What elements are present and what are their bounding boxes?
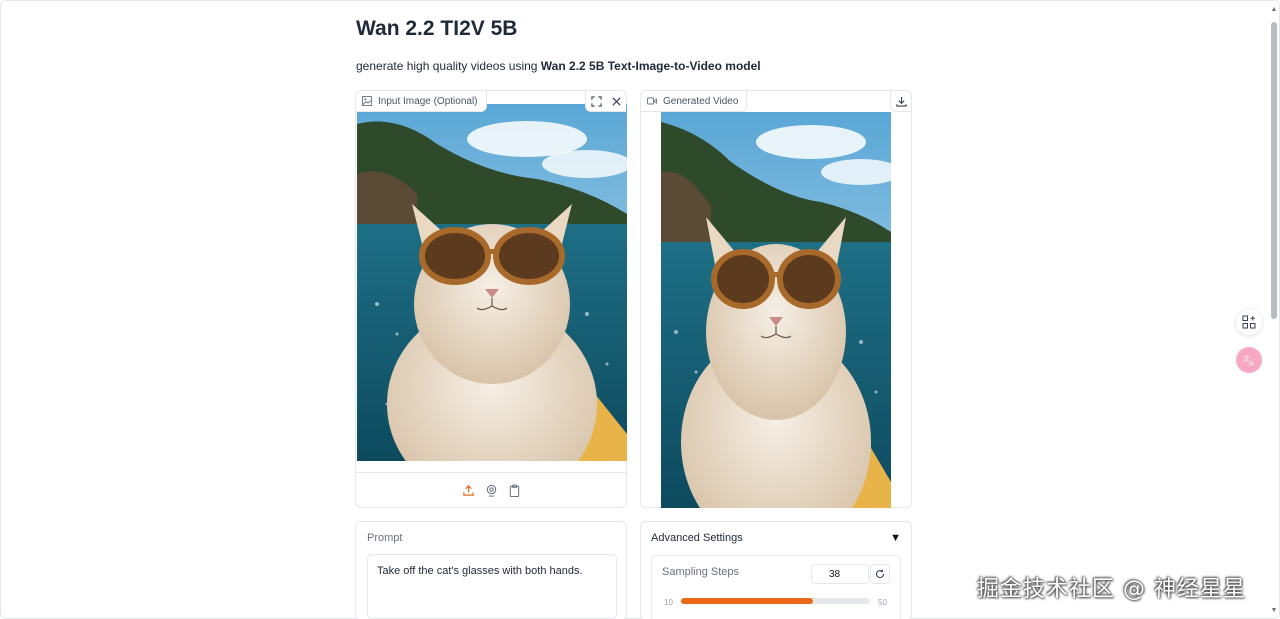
scroll-down-arrow-icon[interactable]: ▼: [1270, 607, 1278, 615]
input-image-panel[interactable]: Input Image (Optional): [355, 90, 627, 508]
video-icon: [647, 97, 657, 105]
upload-icon[interactable]: [461, 483, 475, 497]
translate-icon: 文A: [1243, 354, 1254, 368]
page-title: Wan 2.2 TI2V 5B: [356, 17, 518, 40]
webcam-icon[interactable]: [484, 483, 498, 497]
fullscreen-icon[interactable]: [586, 91, 606, 111]
cat-video-frame: [661, 112, 891, 508]
scroll-up-arrow-icon[interactable]: ▲: [1270, 6, 1278, 14]
page-subtitle: generate high quality videos using Wan 2…: [356, 59, 761, 73]
page-scrollbar[interactable]: ▲ ▼: [1270, 6, 1278, 615]
cat-photo-input: [357, 104, 627, 461]
input-image-label-tab: Input Image (Optional): [356, 91, 487, 112]
prompt-panel: Prompt Take off the cat's glasses with b…: [355, 521, 627, 619]
image-icon: [362, 96, 372, 106]
close-icon[interactable]: [606, 91, 626, 111]
apps-grid-icon: [1242, 315, 1256, 329]
advanced-settings-header[interactable]: Advanced Settings ▼: [651, 532, 901, 544]
sampling-steps-label: Sampling Steps: [662, 566, 740, 578]
subtitle-text: generate high quality videos using: [356, 59, 541, 73]
input-image-actions: [585, 91, 626, 112]
generated-video-label-tab: Generated Video: [641, 91, 748, 112]
subtitle-model-name: Wan 2.2 5B Text-Image-to-Video model: [540, 59, 761, 73]
prompt-label: Prompt: [367, 532, 403, 544]
sampling-steps-block: Sampling Steps 38 10 50: [651, 555, 901, 619]
advanced-settings-label: Advanced Settings: [651, 532, 743, 544]
sampling-steps-slider[interactable]: [681, 598, 870, 604]
generated-video-label: Generated Video: [663, 95, 739, 107]
download-icon[interactable]: [891, 91, 911, 111]
image-source-bar: [356, 472, 626, 507]
generated-video-actions: [890, 91, 911, 112]
generated-video-panel[interactable]: Generated Video: [640, 90, 912, 508]
apps-extension-button[interactable]: [1236, 309, 1262, 335]
svg-text:A: A: [1249, 360, 1254, 368]
collapse-triangle-icon[interactable]: ▼: [890, 532, 901, 544]
generated-video-player[interactable]: [661, 112, 891, 508]
scrollbar-thumb[interactable]: [1271, 22, 1277, 319]
sampling-steps-input[interactable]: 38: [811, 564, 869, 584]
translate-extension-button[interactable]: 文A: [1236, 347, 1262, 373]
sampling-steps-slider-fill: [681, 598, 814, 604]
advanced-settings-panel: Advanced Settings ▼ Sampling Steps 38 10…: [640, 521, 912, 619]
input-image-preview: [357, 104, 627, 461]
sampling-steps-min: 10: [664, 598, 673, 607]
clipboard-icon[interactable]: [507, 483, 521, 497]
input-image-label: Input Image (Optional): [378, 95, 478, 107]
prompt-textarea[interactable]: Take off the cat's glasses with both han…: [367, 554, 617, 619]
sampling-steps-max: 50: [878, 598, 887, 607]
watermark: 掘金技术社区 @ 神经星星: [977, 577, 1246, 602]
reset-icon[interactable]: [870, 564, 890, 584]
